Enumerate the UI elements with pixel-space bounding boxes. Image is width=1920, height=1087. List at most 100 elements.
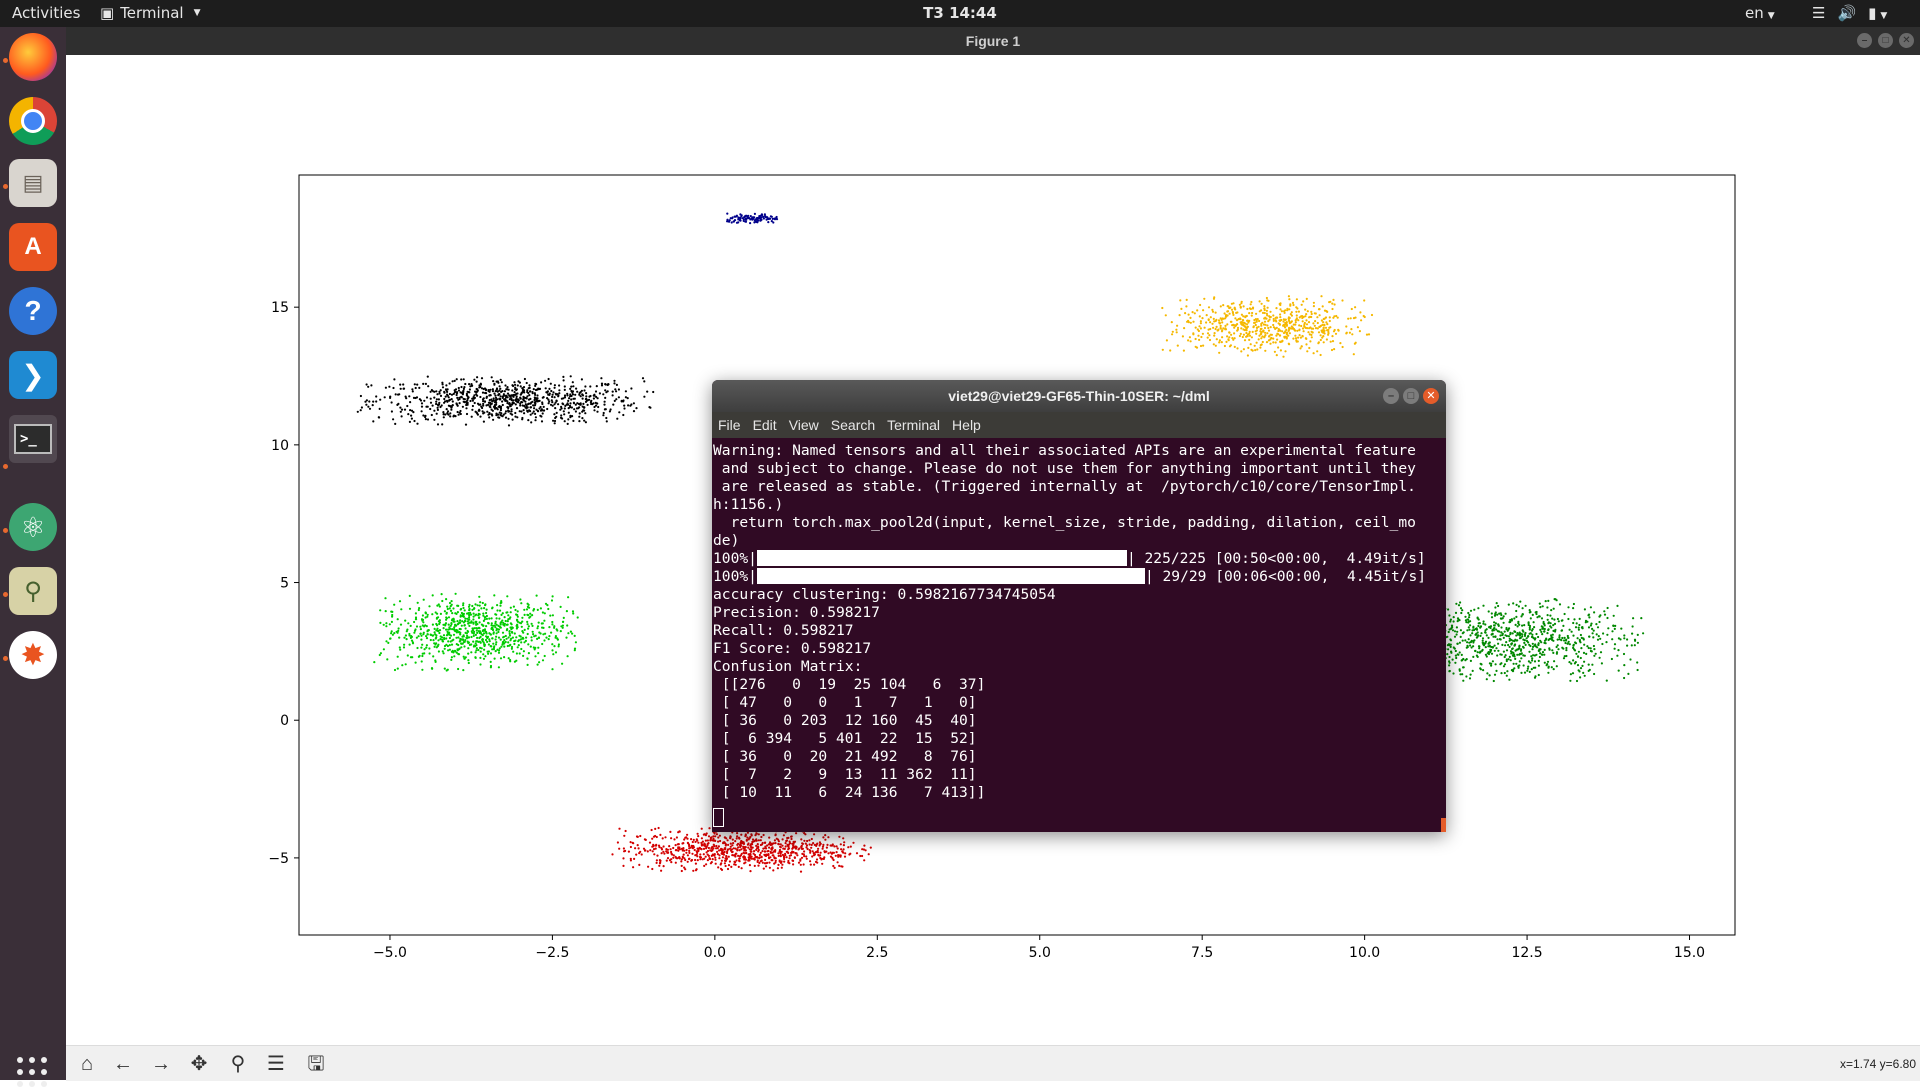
zoom-icon[interactable]: ⚲	[225, 1051, 251, 1077]
data-point	[517, 644, 520, 647]
activities-button[interactable]: Activities	[12, 4, 80, 22]
data-point	[507, 636, 510, 639]
clock[interactable]: T3 14:44	[923, 4, 997, 22]
data-point	[578, 393, 581, 396]
data-point	[1567, 617, 1570, 621]
data-point	[1224, 327, 1227, 330]
data-point	[797, 861, 801, 864]
data-point	[1543, 653, 1546, 656]
home-icon[interactable]: ⌂	[74, 1051, 100, 1077]
data-point	[571, 393, 575, 396]
data-point	[490, 408, 493, 411]
back-icon[interactable]: ←	[110, 1051, 136, 1077]
maximize-button[interactable]: □	[1878, 33, 1893, 48]
chrome-icon[interactable]	[9, 97, 57, 145]
data-point	[1269, 326, 1272, 329]
data-point	[777, 854, 780, 858]
terminal-icon[interactable]: >_	[9, 415, 57, 463]
data-point	[472, 634, 475, 638]
data-point	[514, 386, 517, 389]
data-point	[1583, 660, 1586, 663]
firefox-icon[interactable]	[9, 33, 57, 81]
data-point	[623, 404, 626, 407]
data-point	[665, 859, 668, 862]
data-point	[651, 850, 654, 853]
data-point	[1562, 657, 1566, 660]
data-point	[1593, 611, 1596, 614]
scrollbar[interactable]	[1441, 818, 1446, 832]
data-point	[769, 215, 773, 218]
data-point	[655, 859, 659, 862]
close-button[interactable]: ✕	[1899, 33, 1914, 48]
data-point	[1230, 308, 1234, 311]
menu-view[interactable]: View	[789, 417, 819, 433]
data-point	[1306, 350, 1309, 353]
data-point	[820, 857, 823, 860]
data-point	[783, 860, 786, 863]
data-point	[1597, 635, 1600, 638]
data-point	[1563, 636, 1566, 640]
save-icon[interactable]: 🖫	[303, 1051, 329, 1077]
help-icon[interactable]: ?	[9, 287, 57, 335]
data-point	[1509, 650, 1513, 653]
window-titlebar[interactable]: Figure 1 – □ ✕	[66, 27, 1920, 55]
menu-edit[interactable]: Edit	[753, 417, 777, 433]
system-tray[interactable]: ☰ 🔊 ▮ ▼	[1812, 4, 1887, 22]
data-point	[442, 652, 445, 655]
menu-file[interactable]: File	[718, 417, 741, 433]
configure-icon[interactable]: ☰	[263, 1051, 289, 1077]
data-point	[677, 831, 680, 834]
data-point	[1563, 655, 1566, 658]
data-point	[571, 610, 575, 613]
data-point	[512, 650, 515, 653]
close-button[interactable]: ✕	[1423, 388, 1439, 404]
data-point	[562, 410, 565, 413]
image-viewer-icon[interactable]: ⚲	[9, 567, 57, 615]
data-point	[680, 869, 683, 873]
data-point	[457, 653, 461, 656]
data-point	[768, 841, 772, 844]
files-icon[interactable]: ▤	[9, 159, 57, 207]
terminal-output[interactable]: Warning: Named tensors and all their ass…	[712, 438, 1446, 828]
terminal-titlebar[interactable]: viet29@viet29-GF65-Thin-10SER: ~/dml – □…	[712, 380, 1446, 412]
data-point	[540, 622, 543, 625]
data-point	[1214, 311, 1217, 314]
menu-help[interactable]: Help	[952, 417, 981, 433]
data-point	[1545, 664, 1548, 667]
language-indicator[interactable]: en ▼	[1745, 4, 1775, 22]
data-point	[1223, 312, 1226, 315]
data-point	[490, 413, 493, 416]
app-menu[interactable]: ▣ Terminal ▼	[100, 4, 201, 22]
atom-icon[interactable]: ⚛	[9, 503, 57, 551]
data-point	[509, 639, 512, 642]
data-point	[711, 858, 714, 861]
minimize-button[interactable]: –	[1383, 388, 1399, 404]
data-point	[450, 656, 453, 659]
data-point	[475, 393, 478, 396]
maximize-button[interactable]: □	[1403, 388, 1419, 404]
vscode-icon[interactable]: ❯	[9, 351, 57, 399]
data-point	[1531, 633, 1534, 636]
menu-search[interactable]: Search	[831, 417, 875, 433]
grid-icon[interactable]	[17, 1057, 47, 1087]
menu-terminal[interactable]: Terminal	[887, 417, 940, 433]
data-point	[783, 856, 786, 859]
pan-icon[interactable]: ✥	[186, 1051, 212, 1077]
data-point	[444, 395, 447, 398]
terminal-window[interactable]: viet29@viet29-GF65-Thin-10SER: ~/dml – □…	[712, 380, 1446, 832]
data-point	[372, 400, 375, 403]
data-point	[623, 834, 626, 837]
data-point	[573, 634, 576, 638]
plot-app-icon[interactable]: ✸	[9, 631, 57, 679]
data-point	[1547, 599, 1550, 603]
data-point	[553, 645, 556, 648]
data-point	[1198, 338, 1201, 341]
forward-icon[interactable]: →	[148, 1051, 174, 1077]
data-point	[1169, 349, 1172, 352]
data-point	[666, 848, 670, 851]
minimize-button[interactable]: –	[1857, 33, 1872, 48]
data-point	[571, 390, 575, 393]
software-icon[interactable]: A	[9, 223, 57, 271]
data-point	[403, 408, 407, 411]
data-point	[1235, 319, 1239, 322]
